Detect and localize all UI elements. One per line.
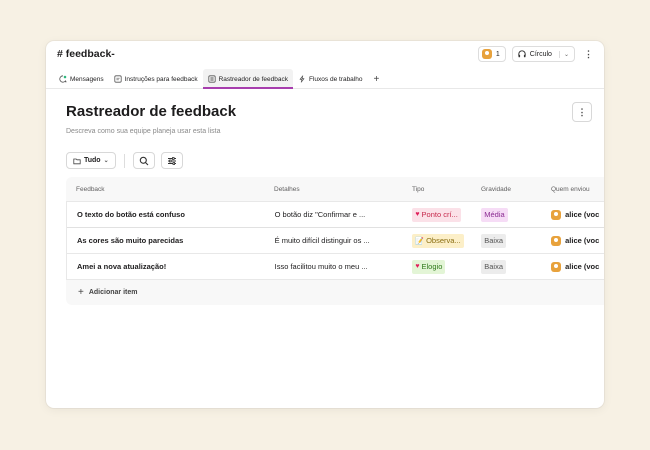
search-button[interactable]: [132, 152, 155, 169]
cell-type[interactable]: ♥ Ponto crí...: [406, 207, 476, 222]
heart-icon: ♥: [415, 263, 420, 270]
member-avatar-icon: [481, 49, 492, 59]
table-row[interactable]: Amei a nova atualização! Isso facilitou …: [67, 253, 604, 279]
cell-severity[interactable]: Média: [476, 207, 546, 222]
cell-feedback[interactable]: Amei a nova atualização!: [67, 262, 271, 271]
view-filter-dropdown[interactable]: Tudo ⌄: [66, 152, 116, 169]
column-header-severity[interactable]: Gravidade: [476, 186, 546, 193]
type-tag: ♥ Ponto crí...: [412, 207, 461, 222]
table-row[interactable]: O texto do botão está confuso O botão di…: [67, 201, 604, 227]
tab-messages[interactable]: Mensagens: [54, 69, 109, 89]
type-tag: 📝 Observa...: [412, 233, 464, 248]
type-label: Ponto crí...: [421, 210, 458, 219]
tab-label: Instruções para feedback: [124, 75, 198, 83]
user-avatar-icon: [551, 235, 562, 246]
channel-tabs: Mensagens Instruções para feedback Rastr…: [54, 69, 385, 89]
sliders-icon: [167, 156, 176, 165]
cell-feedback[interactable]: O texto do botão está confuso: [67, 210, 271, 219]
channel-more-icon[interactable]: ⋮: [581, 49, 596, 60]
sender-name: alice (voc: [565, 210, 600, 219]
sender-name: alice (voc: [565, 262, 600, 271]
tab-label: Fluxos de trabalho: [309, 75, 363, 83]
channel-header: # feedback- 1 Círculo ⌄ ⋮ Mensagens Inst…: [46, 41, 604, 89]
workflow-icon: [299, 75, 305, 83]
memo-icon: 📝: [415, 237, 425, 245]
tab-feedback-instructions[interactable]: Instruções para feedback: [109, 69, 203, 89]
user-avatar-icon: [551, 209, 562, 220]
type-tag: ♥ Elogio: [412, 259, 446, 274]
add-item-button[interactable]: + Adicionar item: [66, 280, 604, 305]
user-avatar-icon: [551, 261, 562, 272]
table-row[interactable]: As cores são muito parecidas É muito dif…: [67, 227, 604, 253]
channel-title[interactable]: # feedback-: [57, 48, 115, 60]
page-description[interactable]: Descreva como sua equipe planeja usar es…: [66, 128, 220, 135]
type-label: Elogio: [421, 262, 443, 271]
list-toolbar: Tudo ⌄: [66, 152, 183, 169]
chevron-down-icon[interactable]: ⌄: [558, 50, 569, 58]
canvas-icon: [114, 75, 122, 83]
list-more-button[interactable]: ⋮: [572, 102, 592, 122]
severity-tag: Baixa: [481, 233, 506, 248]
table-body: O texto do botão está confuso O botão di…: [66, 201, 604, 280]
member-count: 1: [495, 50, 500, 58]
cell-sender[interactable]: alice (voc: [546, 261, 604, 272]
column-header-sender[interactable]: Quem enviou: [546, 186, 604, 193]
cell-type[interactable]: 📝 Observa...: [406, 233, 476, 248]
view-filter-label: Tudo: [84, 157, 101, 164]
list-view: Rastreador de feedback Descreva como sua…: [46, 89, 604, 408]
sender-name: alice (voc: [565, 236, 600, 245]
column-header-feedback[interactable]: Feedback: [66, 186, 270, 193]
huddle-button[interactable]: Círculo ⌄: [511, 46, 575, 62]
tab-feedback-tracker[interactable]: Rastreador de feedback: [202, 69, 294, 89]
feedback-table: Feedback Detalhes Tipo Gravidade Quem en…: [66, 177, 604, 305]
tab-workflows[interactable]: Fluxos de trabalho: [293, 69, 367, 89]
cell-details[interactable]: É muito difícil distinguir os ...: [271, 236, 407, 245]
heart-icon: ♥: [415, 211, 420, 218]
column-header-details[interactable]: Detalhes: [270, 186, 406, 193]
huddle-label: Círculo: [529, 50, 552, 58]
cell-severity[interactable]: Baixa: [476, 233, 546, 248]
filter-settings-button[interactable]: [160, 152, 183, 169]
add-tab-icon[interactable]: +: [367, 74, 385, 85]
table-header: Feedback Detalhes Tipo Gravidade Quem en…: [66, 177, 604, 201]
app-window: # feedback- 1 Círculo ⌄ ⋮ Mensagens Inst…: [46, 41, 604, 408]
column-header-type[interactable]: Tipo: [406, 186, 476, 193]
cell-sender[interactable]: alice (voc: [546, 235, 604, 246]
add-item-label: Adicionar item: [88, 289, 138, 296]
header-actions: 1 Círculo ⌄ ⋮: [477, 46, 596, 62]
folder-icon: [73, 158, 81, 164]
tab-label: Rastreador de feedback: [218, 75, 288, 83]
search-icon: [139, 156, 149, 165]
type-label: Observa...: [426, 236, 461, 245]
headphones-icon: [518, 50, 526, 58]
cell-details[interactable]: O botão diz "Confirmar e ...: [271, 210, 407, 219]
cell-type[interactable]: ♥ Elogio: [406, 259, 476, 274]
severity-tag: Média: [481, 207, 508, 222]
cell-details[interactable]: Isso facilitou muito o meu ...: [271, 262, 407, 271]
cell-sender[interactable]: alice (voc: [546, 209, 604, 220]
cell-feedback[interactable]: As cores são muito parecidas: [67, 236, 271, 245]
toolbar-divider: [123, 153, 125, 168]
list-icon: [208, 75, 216, 83]
plus-icon: +: [78, 287, 84, 298]
page-title[interactable]: Rastreador de feedback: [66, 103, 236, 120]
tab-label: Mensagens: [70, 75, 104, 83]
message-icon: [59, 75, 67, 83]
cell-severity[interactable]: Baixa: [476, 259, 546, 274]
chevron-down-icon: ⌄: [103, 158, 109, 164]
members-button[interactable]: 1: [477, 46, 506, 62]
severity-tag: Baixa: [481, 259, 506, 274]
